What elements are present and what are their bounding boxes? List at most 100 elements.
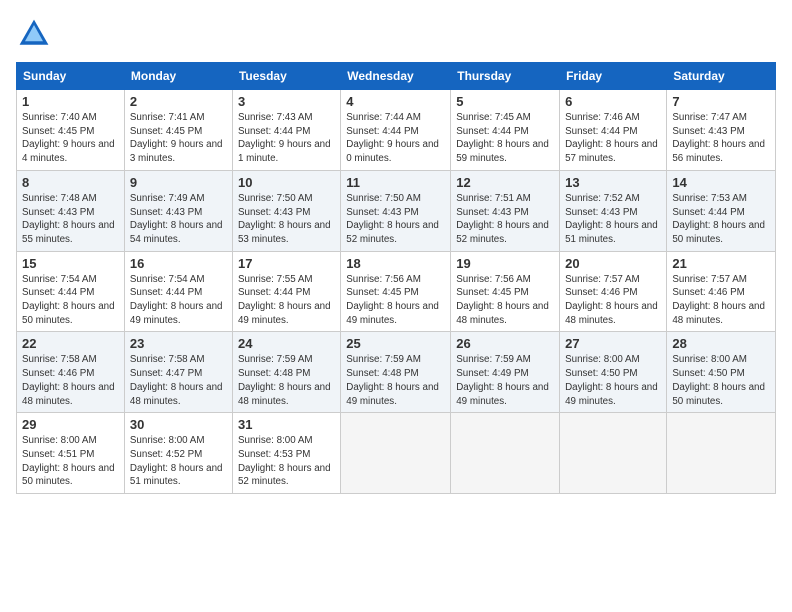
- day-cell: 8Sunrise: 7:48 AMSunset: 4:43 PMDaylight…: [17, 170, 125, 251]
- day-detail: Sunrise: 7:59 AMSunset: 4:49 PMDaylight:…: [456, 354, 549, 406]
- day-number: 12: [456, 175, 554, 190]
- day-number: 7: [672, 94, 770, 109]
- day-detail: Sunrise: 7:56 AMSunset: 4:45 PMDaylight:…: [456, 274, 549, 326]
- day-number: 15: [22, 256, 119, 271]
- day-cell: 4Sunrise: 7:44 AMSunset: 4:44 PMDaylight…: [341, 90, 451, 171]
- day-number: 14: [672, 175, 770, 190]
- day-number: 31: [238, 417, 335, 432]
- day-number: 13: [565, 175, 661, 190]
- day-number: 20: [565, 256, 661, 271]
- day-detail: Sunrise: 7:46 AMSunset: 4:44 PMDaylight:…: [565, 112, 658, 164]
- header-thursday: Thursday: [451, 63, 560, 90]
- day-detail: Sunrise: 7:52 AMSunset: 4:43 PMDaylight:…: [565, 193, 658, 245]
- week-row-4: 22 Sunrise: 7:58 AMSunset: 4:46 PMDayligh…: [17, 332, 776, 413]
- day-detail: Sunrise: 7:45 AMSunset: 4:44 PMDaylight:…: [456, 112, 549, 164]
- day-number: 2: [130, 94, 227, 109]
- day-cell: 21 Sunrise: 7:57 AMSunset: 4:46 PMDayligh…: [667, 251, 776, 332]
- page-header: [16, 16, 776, 52]
- day-number: 11: [346, 175, 445, 190]
- day-detail: Sunrise: 7:56 AMSunset: 4:45 PMDaylight:…: [346, 274, 439, 326]
- day-detail: Sunrise: 7:59 AMSunset: 4:48 PMDaylight:…: [346, 354, 439, 406]
- day-detail: Sunrise: 7:55 AMSunset: 4:44 PMDaylight:…: [238, 274, 331, 326]
- day-cell: 20 Sunrise: 7:57 AMSunset: 4:46 PMDayligh…: [560, 251, 667, 332]
- day-detail: Sunrise: 7:51 AMSunset: 4:43 PMDaylight:…: [456, 193, 549, 245]
- day-cell: 6 Sunrise: 7:46 AMSunset: 4:44 PMDaylight…: [560, 90, 667, 171]
- day-cell: 2Sunrise: 7:41 AMSunset: 4:45 PMDaylight…: [124, 90, 232, 171]
- day-cell: 15 Sunrise: 7:54 AMSunset: 4:44 PMDayligh…: [17, 251, 125, 332]
- day-number: 19: [456, 256, 554, 271]
- day-cell: 23Sunrise: 7:58 AMSunset: 4:47 PMDayligh…: [124, 332, 232, 413]
- day-cell: 3 Sunrise: 7:43 AMSunset: 4:44 PMDaylight…: [232, 90, 340, 171]
- header-monday: Monday: [124, 63, 232, 90]
- day-detail: Sunrise: 7:57 AMSunset: 4:46 PMDaylight:…: [672, 274, 765, 326]
- day-number: 9: [130, 175, 227, 190]
- logo-icon: [16, 16, 52, 52]
- day-number: 18: [346, 256, 445, 271]
- day-cell: 31 Sunrise: 8:00 AMSunset: 4:53 PMDayligh…: [232, 413, 340, 494]
- day-detail: Sunrise: 8:00 AMSunset: 4:50 PMDaylight:…: [565, 354, 658, 406]
- day-cell: [560, 413, 667, 494]
- day-number: 4: [346, 94, 445, 109]
- week-row-3: 15 Sunrise: 7:54 AMSunset: 4:44 PMDayligh…: [17, 251, 776, 332]
- day-cell: 26 Sunrise: 7:59 AMSunset: 4:49 PMDayligh…: [451, 332, 560, 413]
- day-cell: 22 Sunrise: 7:58 AMSunset: 4:46 PMDayligh…: [17, 332, 125, 413]
- day-detail: Sunrise: 7:53 AMSunset: 4:44 PMDaylight:…: [672, 193, 765, 245]
- day-number: 27: [565, 336, 661, 351]
- day-number: 26: [456, 336, 554, 351]
- day-cell: 18 Sunrise: 7:56 AMSunset: 4:45 PMDayligh…: [341, 251, 451, 332]
- day-cell: 27 Sunrise: 8:00 AMSunset: 4:50 PMDayligh…: [560, 332, 667, 413]
- day-cell: 10 Sunrise: 7:50 AMSunset: 4:43 PMDayligh…: [232, 170, 340, 251]
- day-number: 1: [22, 94, 119, 109]
- day-cell: 19 Sunrise: 7:56 AMSunset: 4:45 PMDayligh…: [451, 251, 560, 332]
- header-wednesday: Wednesday: [341, 63, 451, 90]
- day-number: 22: [22, 336, 119, 351]
- calendar-table: SundayMondayTuesdayWednesdayThursdayFrid…: [16, 62, 776, 494]
- header-saturday: Saturday: [667, 63, 776, 90]
- day-cell: 25 Sunrise: 7:59 AMSunset: 4:48 PMDayligh…: [341, 332, 451, 413]
- day-number: 25: [346, 336, 445, 351]
- day-cell: 12 Sunrise: 7:51 AMSunset: 4:43 PMDayligh…: [451, 170, 560, 251]
- header-friday: Friday: [560, 63, 667, 90]
- day-cell: [341, 413, 451, 494]
- day-number: 21: [672, 256, 770, 271]
- day-detail: Sunrise: 7:54 AMSunset: 4:44 PMDaylight:…: [130, 274, 223, 326]
- day-number: 28: [672, 336, 770, 351]
- day-cell: 30 Sunrise: 8:00 AMSunset: 4:52 PMDayligh…: [124, 413, 232, 494]
- day-cell: 28 Sunrise: 8:00 AMSunset: 4:50 PMDayligh…: [667, 332, 776, 413]
- day-number: 24: [238, 336, 335, 351]
- calendar-header-row: SundayMondayTuesdayWednesdayThursdayFrid…: [17, 63, 776, 90]
- day-cell: 17Sunrise: 7:55 AMSunset: 4:44 PMDayligh…: [232, 251, 340, 332]
- day-cell: 5 Sunrise: 7:45 AMSunset: 4:44 PMDaylight…: [451, 90, 560, 171]
- logo: [16, 16, 58, 52]
- day-cell: 7Sunrise: 7:47 AMSunset: 4:43 PMDaylight…: [667, 90, 776, 171]
- day-number: 10: [238, 175, 335, 190]
- day-number: 5: [456, 94, 554, 109]
- day-cell: 14 Sunrise: 7:53 AMSunset: 4:44 PMDayligh…: [667, 170, 776, 251]
- day-detail: Sunrise: 7:57 AMSunset: 4:46 PMDaylight:…: [565, 274, 658, 326]
- day-detail: Sunrise: 8:00 AMSunset: 4:52 PMDaylight:…: [130, 435, 223, 487]
- day-number: 30: [130, 417, 227, 432]
- day-cell: 9Sunrise: 7:49 AMSunset: 4:43 PMDaylight…: [124, 170, 232, 251]
- header-tuesday: Tuesday: [232, 63, 340, 90]
- day-number: 23: [130, 336, 227, 351]
- day-number: 16: [130, 256, 227, 271]
- day-cell: [451, 413, 560, 494]
- day-detail: Sunrise: 7:43 AMSunset: 4:44 PMDaylight:…: [238, 112, 331, 164]
- day-detail: Sunrise: 8:00 AMSunset: 4:50 PMDaylight:…: [672, 354, 765, 406]
- day-cell: 16 Sunrise: 7:54 AMSunset: 4:44 PMDayligh…: [124, 251, 232, 332]
- day-detail: Sunrise: 7:50 AMSunset: 4:43 PMDaylight:…: [346, 193, 439, 245]
- week-row-2: 8Sunrise: 7:48 AMSunset: 4:43 PMDaylight…: [17, 170, 776, 251]
- day-detail: Sunrise: 7:48 AMSunset: 4:43 PMDaylight:…: [22, 193, 115, 245]
- header-sunday: Sunday: [17, 63, 125, 90]
- day-detail: Sunrise: 7:54 AMSunset: 4:44 PMDaylight:…: [22, 274, 115, 326]
- day-detail: Sunrise: 7:59 AMSunset: 4:48 PMDaylight:…: [238, 354, 331, 406]
- day-detail: Sunrise: 7:50 AMSunset: 4:43 PMDaylight:…: [238, 193, 331, 245]
- day-number: 6: [565, 94, 661, 109]
- day-detail: Sunrise: 8:00 AMSunset: 4:53 PMDaylight:…: [238, 435, 331, 487]
- day-number: 3: [238, 94, 335, 109]
- week-row-5: 29 Sunrise: 8:00 AMSunset: 4:51 PMDayligh…: [17, 413, 776, 494]
- day-detail: Sunrise: 7:40 AMSunset: 4:45 PMDaylight:…: [22, 112, 115, 164]
- day-detail: Sunrise: 8:00 AMSunset: 4:51 PMDaylight:…: [22, 435, 115, 487]
- day-detail: Sunrise: 7:58 AMSunset: 4:46 PMDaylight:…: [22, 354, 115, 406]
- day-number: 29: [22, 417, 119, 432]
